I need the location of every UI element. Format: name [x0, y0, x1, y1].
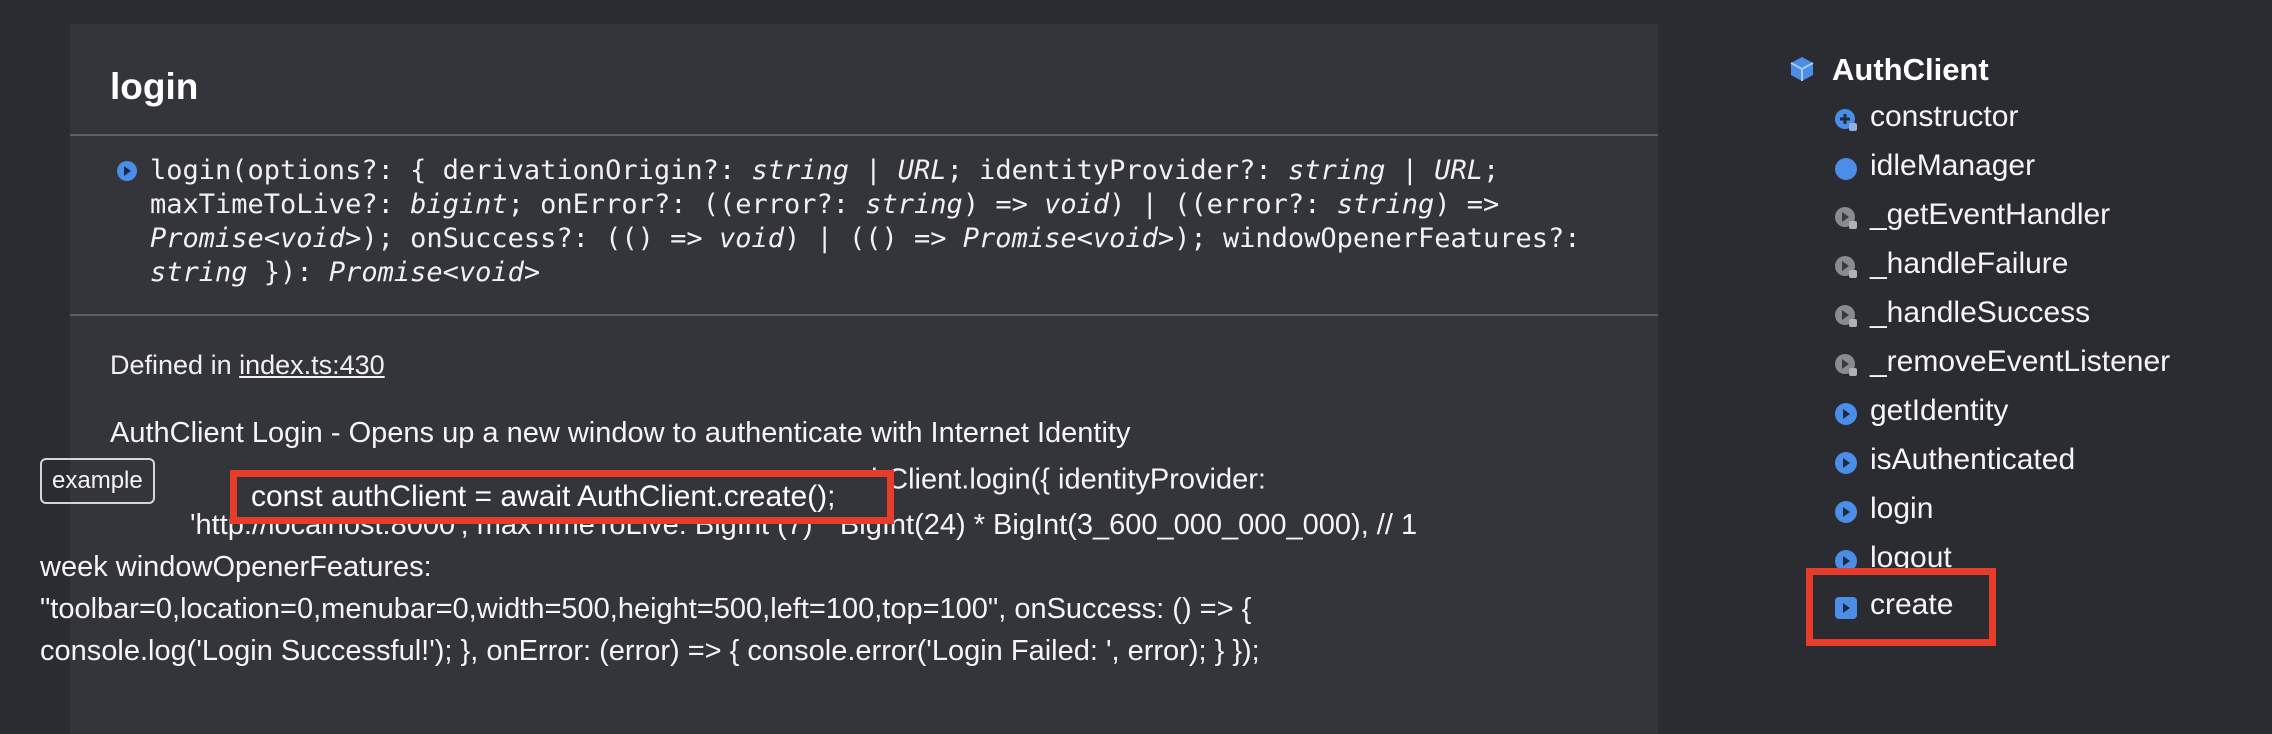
sidebar-item-getidentity[interactable]: getIdentity	[1834, 394, 2008, 428]
sidebar-item-handlesuccess[interactable]: _handleSuccess	[1834, 296, 2090, 330]
sidebar-item-idlemanager[interactable]: idleManager	[1834, 149, 2035, 183]
defined-in: Defined in index.ts:430	[110, 350, 385, 380]
member-title: login	[110, 66, 199, 107]
method-icon	[1835, 501, 1857, 523]
highlighted-code: const authClient = await AuthClient.crea…	[230, 470, 894, 524]
sidebar-item-removeeventlistener[interactable]: _removeEventListener	[1834, 345, 2170, 379]
private-method-icon	[1835, 354, 1857, 376]
source-link[interactable]: index.ts:430	[239, 350, 385, 380]
divider	[70, 134, 1658, 136]
private-method-icon	[1835, 256, 1857, 278]
method-icon	[117, 161, 137, 181]
sidebar-item-login[interactable]: login	[1834, 492, 1933, 526]
sidebar-heading[interactable]: AuthClient	[1790, 52, 1989, 88]
method-icon	[1835, 452, 1857, 474]
sidebar-item-handlefailure[interactable]: _handleFailure	[1834, 247, 2068, 281]
sidebar-item-create[interactable]: create	[1834, 588, 1953, 622]
method-icon	[1835, 403, 1857, 425]
method-signature: login(options?: { derivationOrigin?: str…	[116, 154, 1636, 290]
private-method-icon	[1835, 207, 1857, 229]
static-method-icon	[1835, 597, 1857, 619]
divider	[70, 314, 1658, 316]
signature-text: login(options?: { derivationOrigin?: str…	[150, 155, 1581, 288]
constructor-icon	[1835, 109, 1857, 131]
property-icon	[1835, 158, 1857, 180]
method-description: AuthClient Login - Opens up a new window…	[110, 417, 1131, 449]
sidebar-item-constructor[interactable]: constructor	[1834, 100, 2018, 134]
sidebar-item-isauthenticated[interactable]: isAuthenticated	[1834, 443, 2075, 477]
class-icon	[1790, 57, 1814, 81]
private-method-icon	[1835, 305, 1857, 327]
example-tag: example	[40, 458, 155, 504]
sidebar-item-geteventhandler[interactable]: _getEventHandler	[1834, 198, 2110, 232]
